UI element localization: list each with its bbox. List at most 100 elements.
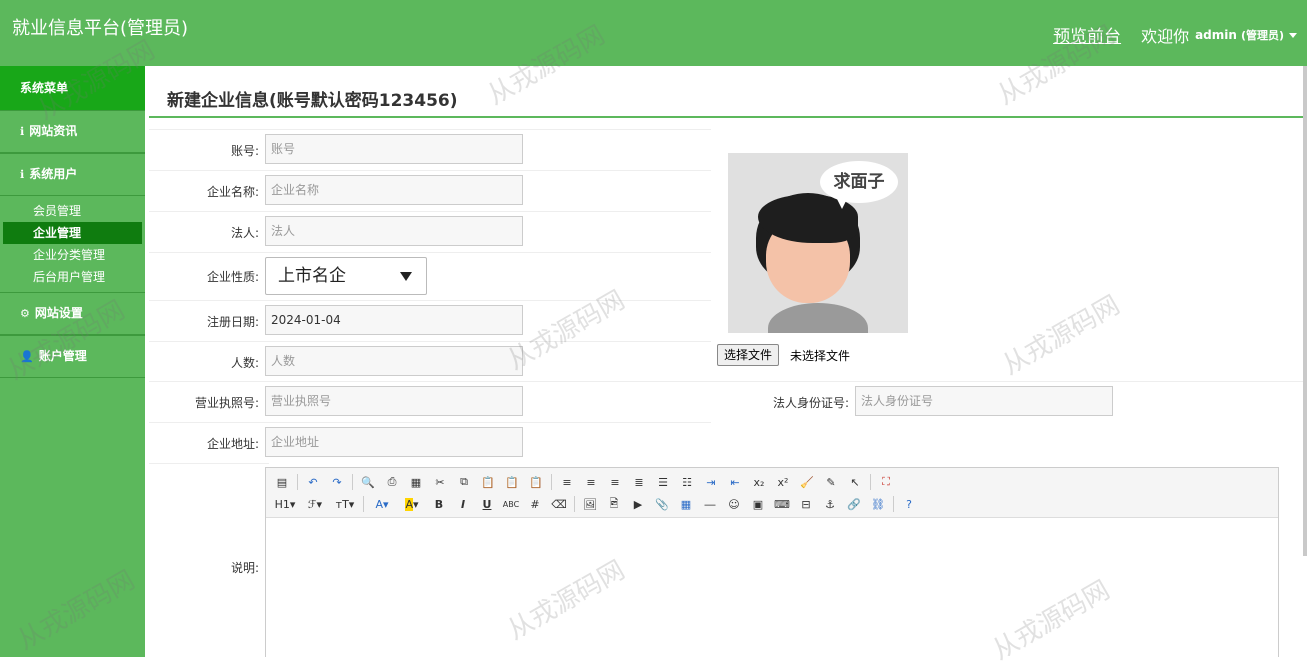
underline-icon[interactable]: U xyxy=(477,495,497,513)
paste-word-icon[interactable]: 📋 xyxy=(526,473,546,491)
choose-file-button[interactable]: 选择文件 xyxy=(717,344,780,366)
cut-icon[interactable]: ✂ xyxy=(430,473,450,491)
form-row-company-name: 企业名称: xyxy=(149,170,711,211)
editor-body[interactable] xyxy=(266,518,1278,658)
gear-icon: ⚙ xyxy=(20,307,30,320)
anchor-icon[interactable]: ⚓ xyxy=(820,495,840,513)
subscript-icon[interactable]: x₂ xyxy=(749,473,769,491)
bold-icon[interactable]: B xyxy=(429,495,449,513)
address-label: 企业地址: xyxy=(206,437,259,451)
clear-format-icon[interactable]: 🧹 xyxy=(797,473,817,491)
title-divider xyxy=(149,116,1303,118)
heading-icon[interactable]: H1▾ xyxy=(272,495,298,513)
emoticon-icon[interactable]: ☺ xyxy=(724,495,744,513)
form-row-description: 说明: xyxy=(149,463,269,657)
table-icon[interactable]: ▦ xyxy=(676,495,696,513)
form-row-company-type: 企业性质: 上市名企 xyxy=(149,252,711,300)
top-navbar: 就业信息平台(管理员) 预览前台 欢迎你 admin (管理员) xyxy=(0,0,1307,66)
form-row-account: 账号: xyxy=(149,129,711,170)
line-height-icon[interactable]: # xyxy=(525,495,545,513)
account-input[interactable] xyxy=(265,134,523,164)
font-size-icon[interactable]: тT▾ xyxy=(332,495,358,513)
sidebar-group-site-settings[interactable]: ⚙ 网站设置 xyxy=(0,292,145,335)
license-input[interactable] xyxy=(265,386,523,416)
form-row-address: 企业地址: xyxy=(149,422,711,463)
font-family-icon[interactable]: ℱ▾ xyxy=(302,495,328,513)
toolbar-row: H1▾ ℱ▾ тT▾ A▾ A ▾ B I U ABC # ⌫ 🖼 🖻 ▶ 📎 ▦… xyxy=(270,493,1274,515)
info-icon: ℹ xyxy=(20,125,25,138)
company-name-input[interactable] xyxy=(265,175,523,205)
select-all-icon[interactable]: ✎ xyxy=(821,473,841,491)
help-icon[interactable]: ? xyxy=(899,495,919,513)
sidebar-title: 系统菜单 xyxy=(0,66,145,110)
paste-text-icon[interactable]: 📋 xyxy=(502,473,522,491)
redo-icon[interactable]: ↷ xyxy=(327,473,347,491)
highlight-color-icon[interactable]: A ▾ xyxy=(399,495,425,513)
eraser-icon[interactable]: ⌫ xyxy=(549,495,569,513)
superscript-icon[interactable]: x² xyxy=(773,473,793,491)
print-icon[interactable]: ⎙ xyxy=(382,473,402,491)
admin-user-menu[interactable]: admin xyxy=(1195,28,1237,42)
undo-icon[interactable]: ↶ xyxy=(303,473,323,491)
headcount-label: 人数: xyxy=(230,356,259,370)
sidebar-item-company-categories[interactable]: 企业分类管理 xyxy=(0,244,145,266)
reg-date-label: 注册日期: xyxy=(206,315,259,329)
sidebar-group-news[interactable]: ℹ 网站资讯 xyxy=(0,110,145,153)
preview-frontend-link[interactable]: 预览前台 xyxy=(1053,22,1121,47)
horizontal-rule-icon[interactable]: ― xyxy=(700,495,720,513)
company-type-value: 上市名企 xyxy=(278,266,346,286)
app-title[interactable]: 就业信息平台(管理员) xyxy=(12,14,188,40)
align-center-icon[interactable]: ≡ xyxy=(581,473,601,491)
page-break-icon[interactable]: ⊟ xyxy=(796,495,816,513)
image-icon[interactable]: 🖼 xyxy=(580,495,600,513)
unordered-list-icon[interactable]: ☷ xyxy=(677,473,697,491)
form-row-legal-person: 法人: xyxy=(149,211,711,252)
source-icon[interactable]: ▤ xyxy=(272,473,292,491)
paste-icon[interactable]: 📋 xyxy=(478,473,498,491)
outdent-icon[interactable]: ⇤ xyxy=(725,473,745,491)
sidebar-group-system-users[interactable]: ℹ 系统用户 xyxy=(0,153,145,196)
code-icon[interactable]: ⌨ xyxy=(772,495,792,513)
attachment-icon[interactable]: 📎 xyxy=(652,495,672,513)
image-upload-icon[interactable]: ▣ xyxy=(748,495,768,513)
headcount-input[interactable] xyxy=(265,346,523,376)
sidebar: 系统菜单 ℹ 网站资讯 ℹ 系统用户 会员管理 企业管理 企业分类管理 后台用户… xyxy=(0,66,145,657)
description-label: 说明: xyxy=(230,561,259,575)
media-icon[interactable]: ▶ xyxy=(628,495,648,513)
form-row-headcount: 人数: xyxy=(149,341,711,382)
cursor-icon[interactable]: ↖ xyxy=(845,473,865,491)
template-icon[interactable]: ▦ xyxy=(406,473,426,491)
justify-icon[interactable]: ≣ xyxy=(629,473,649,491)
unlink-icon[interactable]: ⛓ xyxy=(868,495,888,513)
toolbar-row: ▤ ↶ ↷ 🔍 ⎙ ▦ ✂ ⧉ 📋 📋 📋 ≡ ≡ ≡ ≣ ☰ ☷ ⇥ ⇤ x₂… xyxy=(270,471,1274,493)
sidebar-group-account[interactable]: 👤 账户管理 xyxy=(0,335,145,378)
caret-down-icon[interactable] xyxy=(1289,33,1297,38)
align-left-icon[interactable]: ≡ xyxy=(557,473,577,491)
copy-icon[interactable]: ⧉ xyxy=(454,473,474,491)
link-icon[interactable]: 🔗 xyxy=(844,495,864,513)
sidebar-item-companies[interactable]: 企业管理 xyxy=(3,222,142,244)
multi-image-icon[interactable]: 🖻 xyxy=(604,495,624,513)
strikethrough-icon[interactable]: ABC xyxy=(501,495,521,513)
fullscreen-icon[interactable]: ⛶ xyxy=(876,473,896,491)
italic-icon[interactable]: I xyxy=(453,495,473,513)
reg-date-input[interactable] xyxy=(265,305,523,335)
sidebar-item-admin-users[interactable]: 后台用户管理 xyxy=(0,266,145,288)
highlight-swatch: A xyxy=(405,497,413,511)
legal-person-label: 法人: xyxy=(230,226,259,240)
info-icon: ℹ xyxy=(20,168,25,181)
admin-role[interactable]: (管理员) xyxy=(1241,27,1284,43)
ordered-list-icon[interactable]: ☰ xyxy=(653,473,673,491)
address-input[interactable] xyxy=(265,427,523,457)
align-right-icon[interactable]: ≡ xyxy=(605,473,625,491)
legal-person-input[interactable] xyxy=(265,216,523,246)
sidebar-item-members[interactable]: 会员管理 xyxy=(0,200,145,222)
indent-icon[interactable]: ⇥ xyxy=(701,473,721,491)
scrollbar[interactable] xyxy=(1303,66,1307,556)
speech-bubble: 求面子 xyxy=(820,161,898,203)
preview-icon[interactable]: 🔍 xyxy=(358,473,378,491)
avatar-preview: 求面子 xyxy=(728,153,908,333)
company-type-select[interactable]: 上市名企 xyxy=(265,257,427,295)
font-color-icon[interactable]: A▾ xyxy=(369,495,395,513)
legal-id-input[interactable] xyxy=(855,386,1113,416)
